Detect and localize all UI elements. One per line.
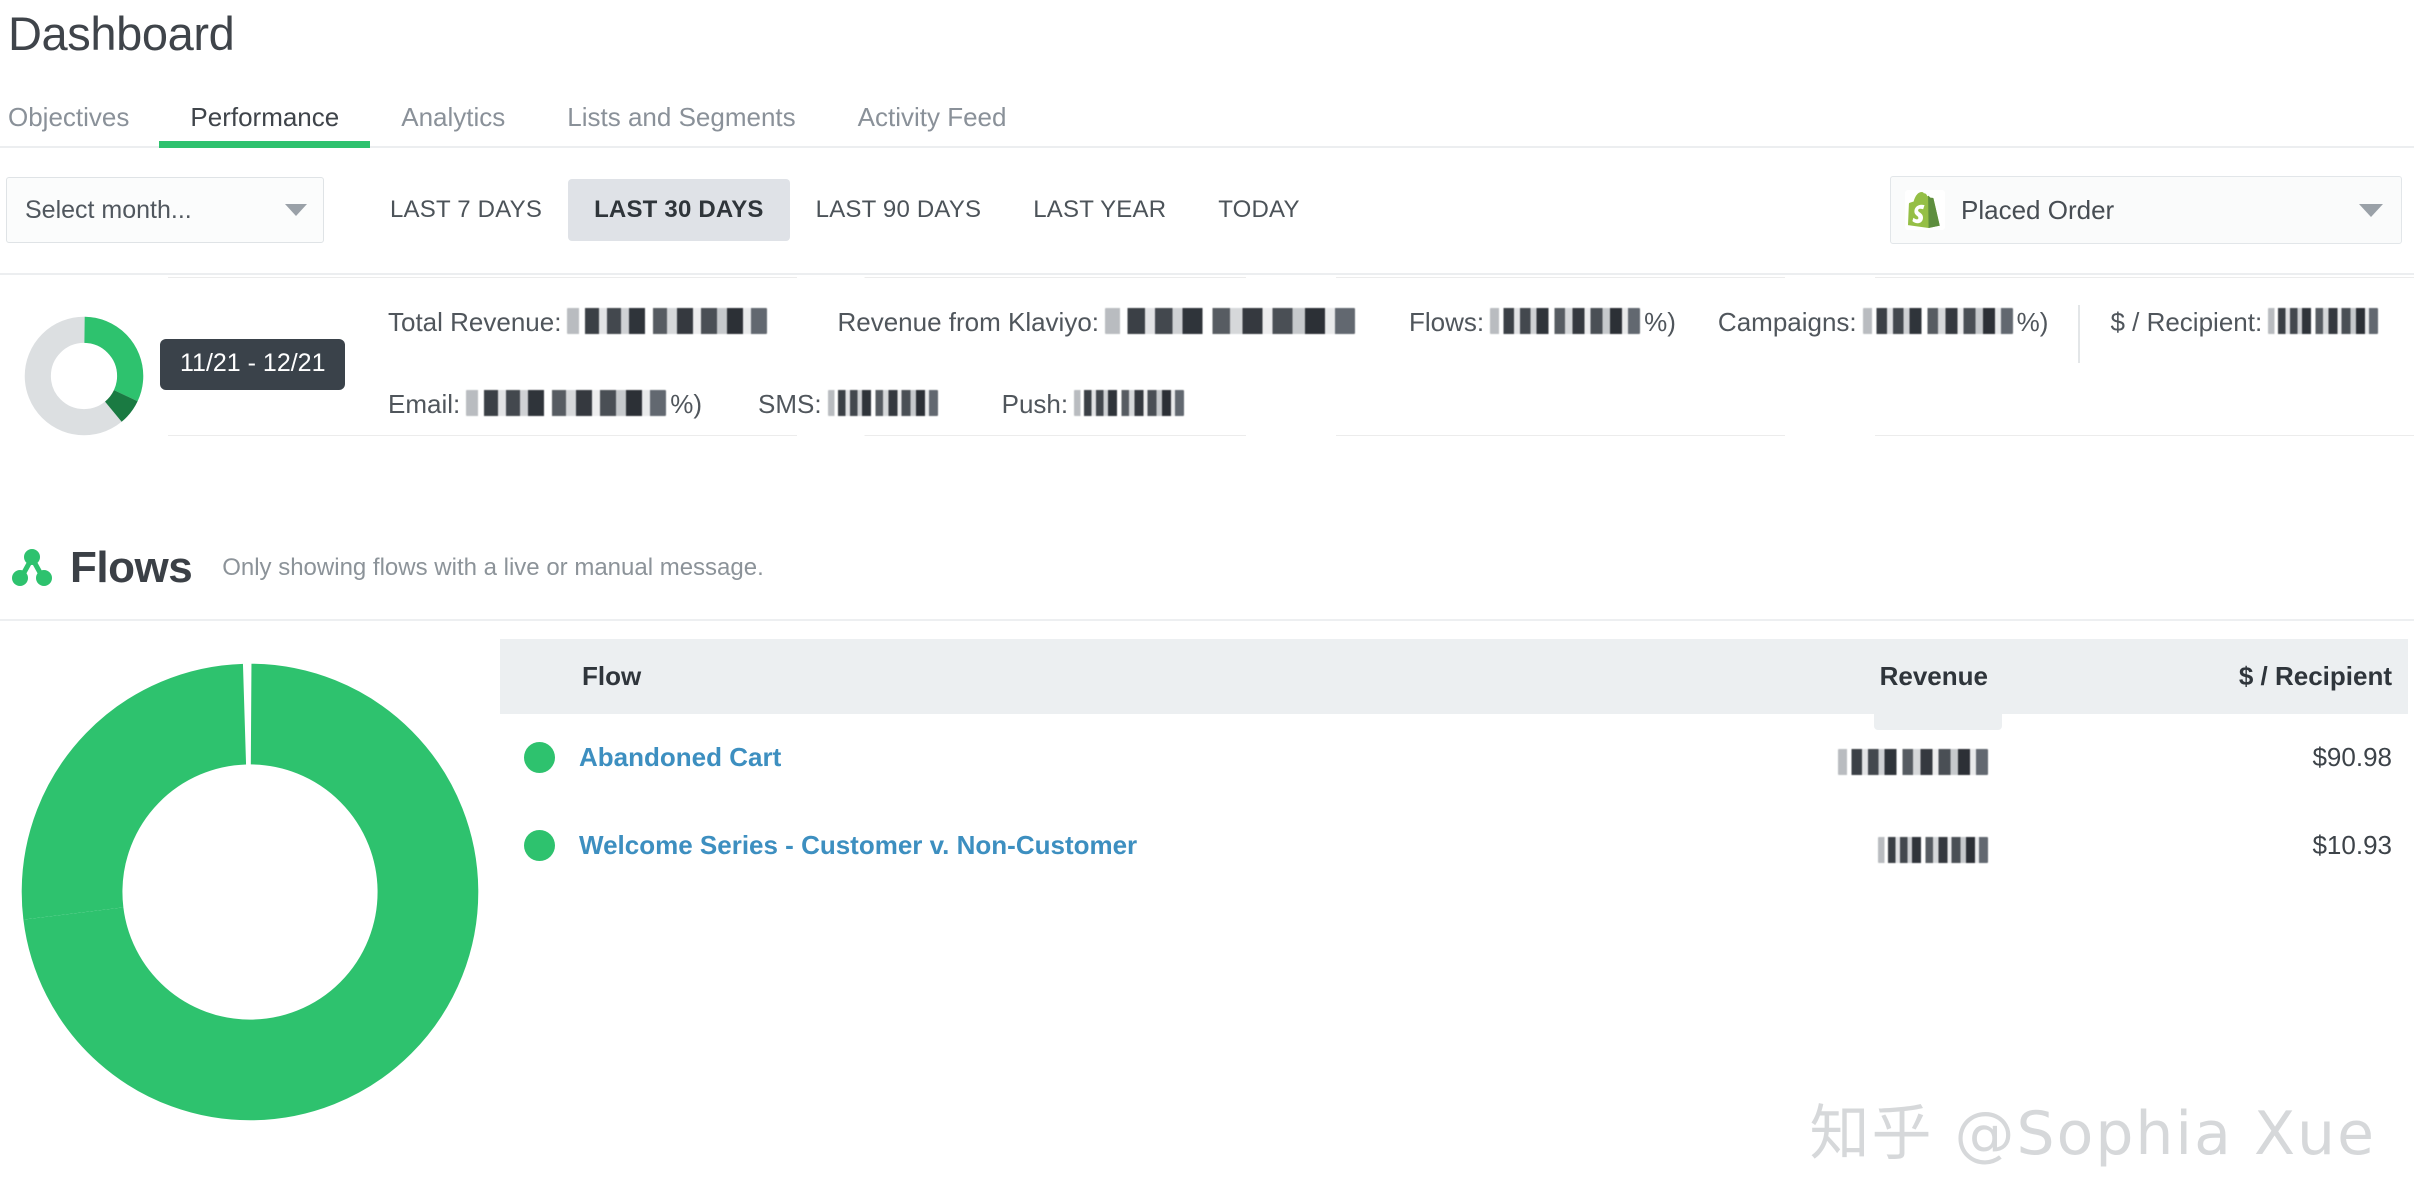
flows-subtitle: Only showing flows with a live or manual… <box>222 553 764 581</box>
metric-label: Flows: <box>1409 306 1485 337</box>
flow-tree-icon <box>8 544 56 592</box>
flow-per-recipient-cell: $10.93 <box>2312 830 2392 861</box>
shopify-icon <box>1905 190 1945 231</box>
metric-value-redacted <box>1105 307 1356 334</box>
metric-label: Push: <box>1001 388 1069 419</box>
main-tab-bar: Objectives Performance Analytics Lists a… <box>0 82 2414 148</box>
table-header-row: Flow Revenue $ / Recipient <box>500 638 2408 730</box>
flows-title: Flows <box>70 542 193 592</box>
flows-body: Flow Revenue $ / Recipient Abandoned Car… <box>0 621 2414 1127</box>
date-range-badge: 11/21 - 12/21 <box>160 338 346 390</box>
tab-label: Lists and Segments <box>567 101 796 132</box>
metric-label: Campaigns: <box>1717 306 1857 337</box>
tab-lists-and-segments[interactable]: Lists and Segments <box>536 104 826 146</box>
summary-band: 11/21 - 12/21 Total Revenue: Revenue fro… <box>0 275 2414 495</box>
conversion-metric-value: Placed Order <box>1961 194 2115 225</box>
range-last-7-days[interactable]: LAST 7 DAYS <box>364 179 568 241</box>
flows-section-header: Flows Only showing flows with a live or … <box>0 515 2414 621</box>
flow-revenue-redacted <box>1838 749 1988 776</box>
summary-divider-bottom <box>168 434 2414 436</box>
metric-value-redacted <box>1074 389 1185 416</box>
metric-suffix: %) <box>670 388 703 419</box>
metric-label: SMS: <box>758 388 822 419</box>
status-badge <box>524 830 555 862</box>
tab-objectives[interactable]: Objectives <box>6 104 159 146</box>
metric-label: Total Revenue: <box>388 306 562 337</box>
chevron-down-icon <box>285 204 307 217</box>
flow-per-recipient-cell: $90.98 <box>2312 742 2392 773</box>
metric-value-redacted <box>466 389 667 416</box>
flow-link[interactable]: Abandoned Cart <box>579 742 781 773</box>
metric-divider <box>2078 304 2081 363</box>
metric-value-redacted <box>1490 307 1641 334</box>
table-row: Welcome Series - Customer v. Non-Custome… <box>500 802 2408 890</box>
metric-value-redacted <box>827 389 938 416</box>
range-today[interactable]: TODAY <box>1192 179 1325 241</box>
metric-sms: SMS: <box>758 387 938 420</box>
metric-label: Email: <box>388 388 461 419</box>
table-row: Abandoned Cart $90.98 <box>500 714 2408 802</box>
tab-label: Analytics <box>401 101 506 132</box>
metric-email: Email: %) <box>388 387 702 420</box>
flow-revenue-cell <box>1688 802 2108 890</box>
month-select[interactable]: Select month... <box>6 177 324 244</box>
tab-performance[interactable]: Performance <box>159 101 371 148</box>
summary-metrics: Total Revenue: Revenue from Klaviyo: Flo… <box>388 297 2388 420</box>
filter-bar: Select month... LAST 7 DAYS LAST 30 DAYS… <box>0 148 2414 275</box>
tab-analytics[interactable]: Analytics <box>370 104 536 146</box>
range-last-year[interactable]: LAST YEAR <box>1007 179 1192 241</box>
metric-label: $ / Recipient: <box>2110 306 2263 337</box>
metric-label: Revenue from Klaviyo: <box>837 306 1100 337</box>
metric-value-redacted <box>1862 307 2013 334</box>
metric-value-redacted <box>2268 307 2379 334</box>
page-title: Dashboard <box>8 7 235 60</box>
range-last-30-days[interactable]: LAST 30 DAYS <box>568 179 790 242</box>
summary-donut-wrap <box>0 297 168 437</box>
metric-value-redacted <box>567 307 768 334</box>
month-select-value: Select month... <box>25 195 192 224</box>
flows-table: Flow Revenue $ / Recipient Abandoned Car… <box>500 638 2408 890</box>
flow-name-cell: Abandoned Cart <box>500 714 1688 802</box>
sort-indicator <box>1874 712 2002 730</box>
metric-suffix: %) <box>2016 306 2049 337</box>
flows-donut[interactable] <box>15 657 485 1127</box>
flow-name-cell: Welcome Series - Customer v. Non-Custome… <box>500 802 1688 890</box>
column-header-per-recipient[interactable]: $ / Recipient <box>2108 638 2408 714</box>
metric-suffix: %) <box>1644 306 1676 337</box>
tab-activity-feed[interactable]: Activity Feed <box>827 104 1038 146</box>
column-header-revenue-label: Revenue <box>1879 660 1988 691</box>
range-last-90-days[interactable]: LAST 90 DAYS <box>790 179 1008 241</box>
conversion-metric-select[interactable]: Placed Order <box>1890 176 2402 245</box>
flows-table-wrap: Flow Revenue $ / Recipient Abandoned Car… <box>500 638 2414 1127</box>
tab-label: Activity Feed <box>857 101 1007 132</box>
flow-revenue-redacted <box>1878 837 1988 864</box>
tab-label: Performance <box>190 101 340 132</box>
flows-donut-wrap <box>0 639 500 1127</box>
metric-revenue-from-klaviyo: Revenue from Klaviyo: <box>837 305 1356 338</box>
summary-divider-top <box>168 276 2414 278</box>
column-header-revenue[interactable]: Revenue <box>1688 638 2108 730</box>
status-badge <box>524 742 555 774</box>
metric-total-revenue: Total Revenue: <box>388 305 768 338</box>
column-header-flow[interactable]: Flow <box>500 638 1688 714</box>
metric-campaigns: Campaigns: %) <box>1718 305 2049 338</box>
chevron-down-icon <box>2359 203 2383 217</box>
metric-dollar-per-recipient: $ / Recipient: <box>2110 305 2379 338</box>
date-range-group: LAST 7 DAYS LAST 30 DAYS LAST 90 DAYS LA… <box>364 179 1326 242</box>
summary-mini-donut <box>23 315 145 437</box>
flow-link[interactable]: Welcome Series - Customer v. Non-Custome… <box>579 830 1137 861</box>
metric-flows: Flows: %) <box>1409 305 1676 338</box>
tab-label: Objectives <box>8 101 130 132</box>
metric-push: Push: <box>1002 387 1185 420</box>
